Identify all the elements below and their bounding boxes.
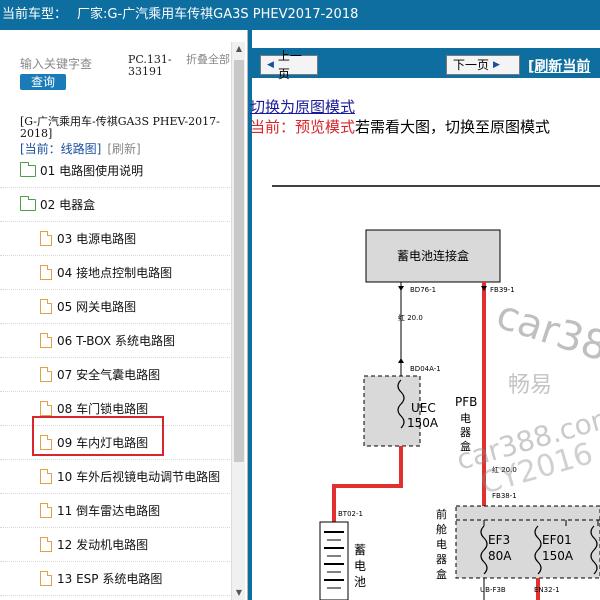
- mode-line: 当前：预览模式若需看大图，切换至原图模式: [250, 116, 550, 137]
- refresh-current-link[interactable]: [刷新当前: [528, 56, 590, 76]
- vehicle-name: 厂家:G-广汽乘用车传祺GA3S PHEV2017-2018: [77, 7, 359, 22]
- vehicle-title: [G-广汽乘用车-传祺GA3S PHEV-2017-2018]: [20, 115, 220, 140]
- connector-bt02: BT02-1: [338, 510, 363, 518]
- tree-item[interactable]: 05 网关电路图: [0, 290, 232, 324]
- uec-amp: 150A: [407, 416, 439, 430]
- tree-item-label: 04 接地点控制电路图: [57, 266, 173, 280]
- triangle-left-icon: ◀: [267, 60, 274, 70]
- file-icon: [40, 265, 52, 280]
- prev-page-label: 上一页: [277, 49, 302, 81]
- scroll-down-arrow-icon[interactable]: ▼: [233, 586, 245, 600]
- file-icon: [40, 231, 52, 246]
- tree-item-label: 02 电器盒: [40, 198, 96, 212]
- tree-item[interactable]: 13 ESP 系统电路图: [0, 562, 232, 596]
- tree-item[interactable]: 10 车外后视镜电动调节电路图: [0, 460, 232, 494]
- front-box-char-1: 前: [436, 507, 447, 521]
- file-icon: [40, 469, 52, 484]
- battery-char-2: 电: [354, 559, 366, 573]
- search-area: 查询: [20, 56, 120, 90]
- tree-item-label: 05 网关电路图: [57, 300, 137, 314]
- tree-item-label: 06 T-BOX 系统电路图: [57, 334, 175, 348]
- front-box-char-5: 盒: [436, 567, 447, 581]
- pfb-label: PFB: [455, 395, 477, 409]
- connector-ub-f3b: UB-F3B: [480, 586, 506, 594]
- left-scrollbar[interactable]: ▲ ▼: [231, 42, 245, 600]
- connector-arrow: [481, 286, 487, 291]
- title-bar: 当前车型： 厂家:G-广汽乘用车传祺GA3S PHEV2017-2018: [0, 0, 600, 30]
- file-icon: [40, 333, 52, 348]
- tree-item[interactable]: 12 发动机电路图: [0, 528, 232, 562]
- folder-icon: [20, 195, 36, 211]
- triangle-right-icon: ▶: [493, 60, 500, 70]
- watermark-text: car38: [491, 292, 600, 371]
- connector-bd76: BD76-1: [410, 286, 436, 294]
- file-icon: [40, 367, 52, 382]
- prev-page-button[interactable]: ◀ 上一页: [260, 49, 318, 81]
- battery-char-3: 池: [354, 575, 366, 589]
- tree-item[interactable]: 02 电器盒: [0, 188, 232, 222]
- tree-item[interactable]: 03 电源电路图: [0, 222, 232, 256]
- tree-item[interactable]: 07 安全气囊电路图: [0, 358, 232, 392]
- front-fuse-box: [455, 505, 600, 579]
- tree-item-label: 12 发动机电路图: [57, 538, 149, 552]
- tree-item-label: 13 ESP 系统电路图: [57, 572, 163, 586]
- fold-all-button[interactable]: 折叠全部: [186, 54, 230, 66]
- tree-item[interactable]: 06 T-BOX 系统电路图: [0, 324, 232, 358]
- connector-arrow: [398, 286, 404, 291]
- search-button[interactable]: 查询: [20, 74, 66, 90]
- front-box-char-3: 电: [436, 538, 447, 551]
- file-icon: [40, 537, 52, 552]
- tree-item-label: 08 车门锁电路图: [57, 402, 149, 416]
- vehicle-label: 当前车型：: [2, 7, 68, 22]
- scrollbar-thumb[interactable]: [234, 60, 244, 462]
- mode-hint: 若需看大图，切换至原图模式: [355, 118, 551, 136]
- front-box-char-4: 器: [436, 553, 447, 566]
- search-input[interactable]: [20, 56, 100, 72]
- file-icon: [40, 503, 52, 518]
- next-page-label: 下一页: [453, 58, 490, 72]
- tree-item[interactable]: 04 接地点控制电路图: [0, 256, 232, 290]
- pfb-char-1: 电: [460, 412, 471, 425]
- ef01-amp: 150A: [542, 549, 574, 563]
- tree-item-label: 11 倒车雷达电路图: [57, 504, 161, 518]
- battery-char-1: 蓄: [354, 543, 366, 557]
- ef3-amp: 80A: [488, 549, 512, 563]
- file-icon: [40, 571, 52, 586]
- wire-label-red: 红 20.0: [398, 313, 423, 322]
- ef3-label: EF3: [488, 533, 510, 547]
- connector-bd04a: BD04A-1: [410, 365, 441, 373]
- pfb-char-2: 器: [460, 426, 471, 439]
- tree-item-label: 07 安全气囊电路图: [57, 368, 161, 382]
- wiring-diagram[interactable]: 蓄电池连接盒 BD76-1 FB39-1 红 20.0 BD04A-1 红 20…: [248, 150, 600, 600]
- next-page-button[interactable]: 下一页 ▶: [446, 55, 520, 75]
- watermark-text: 畅易: [508, 373, 552, 398]
- file-icon: [40, 299, 52, 314]
- switch-original-mode-link[interactable]: 切换为原图模式: [250, 96, 355, 117]
- diagram-svg: 蓄电池连接盒 BD76-1 FB39-1 红 20.0 BD04A-1 红 20…: [272, 185, 600, 600]
- tree: 01 电路图使用说明 02 电器盒 03 电源电路图 04 接地点控制电路图 0…: [0, 154, 232, 596]
- folder-icon: [20, 161, 36, 177]
- tree-item-label: 10 车外后视镜电动调节电路图: [57, 470, 221, 484]
- connector-en32: EN32-1: [534, 586, 560, 594]
- file-icon: [40, 401, 52, 416]
- battery-box-label: 蓄电池连接盒: [397, 248, 469, 263]
- tree-item-label: 03 电源电路图: [57, 232, 137, 246]
- tree-item-label: 01 电路图使用说明: [40, 164, 144, 178]
- ef01-label: EF01: [542, 533, 572, 547]
- tree-item[interactable]: 11 倒车雷达电路图: [0, 494, 232, 528]
- uec-label: UEC: [411, 401, 436, 415]
- mode-current: 当前：预览模式: [250, 118, 356, 136]
- left-panel: 查询 PC.131-33191 折叠全部 [G-广汽乘用车-传祺GA3S PHE…: [0, 30, 248, 600]
- front-box-char-2: 舱: [436, 522, 447, 536]
- selection-highlight: [32, 416, 164, 456]
- tree-item[interactable]: 01 电路图使用说明: [0, 154, 232, 188]
- pc-code: PC.131-33191: [128, 53, 172, 78]
- page-nav-bar: ◀ 上一页 下一页 ▶ [刷新当前: [248, 48, 600, 81]
- scroll-up-arrow-icon[interactable]: ▲: [233, 42, 245, 56]
- connector-arrow: [398, 358, 404, 363]
- right-panel: ◀ 上一页 下一页 ▶ [刷新当前 切换为原图模式 当前：预览模式若需看大图，切换至…: [248, 30, 600, 600]
